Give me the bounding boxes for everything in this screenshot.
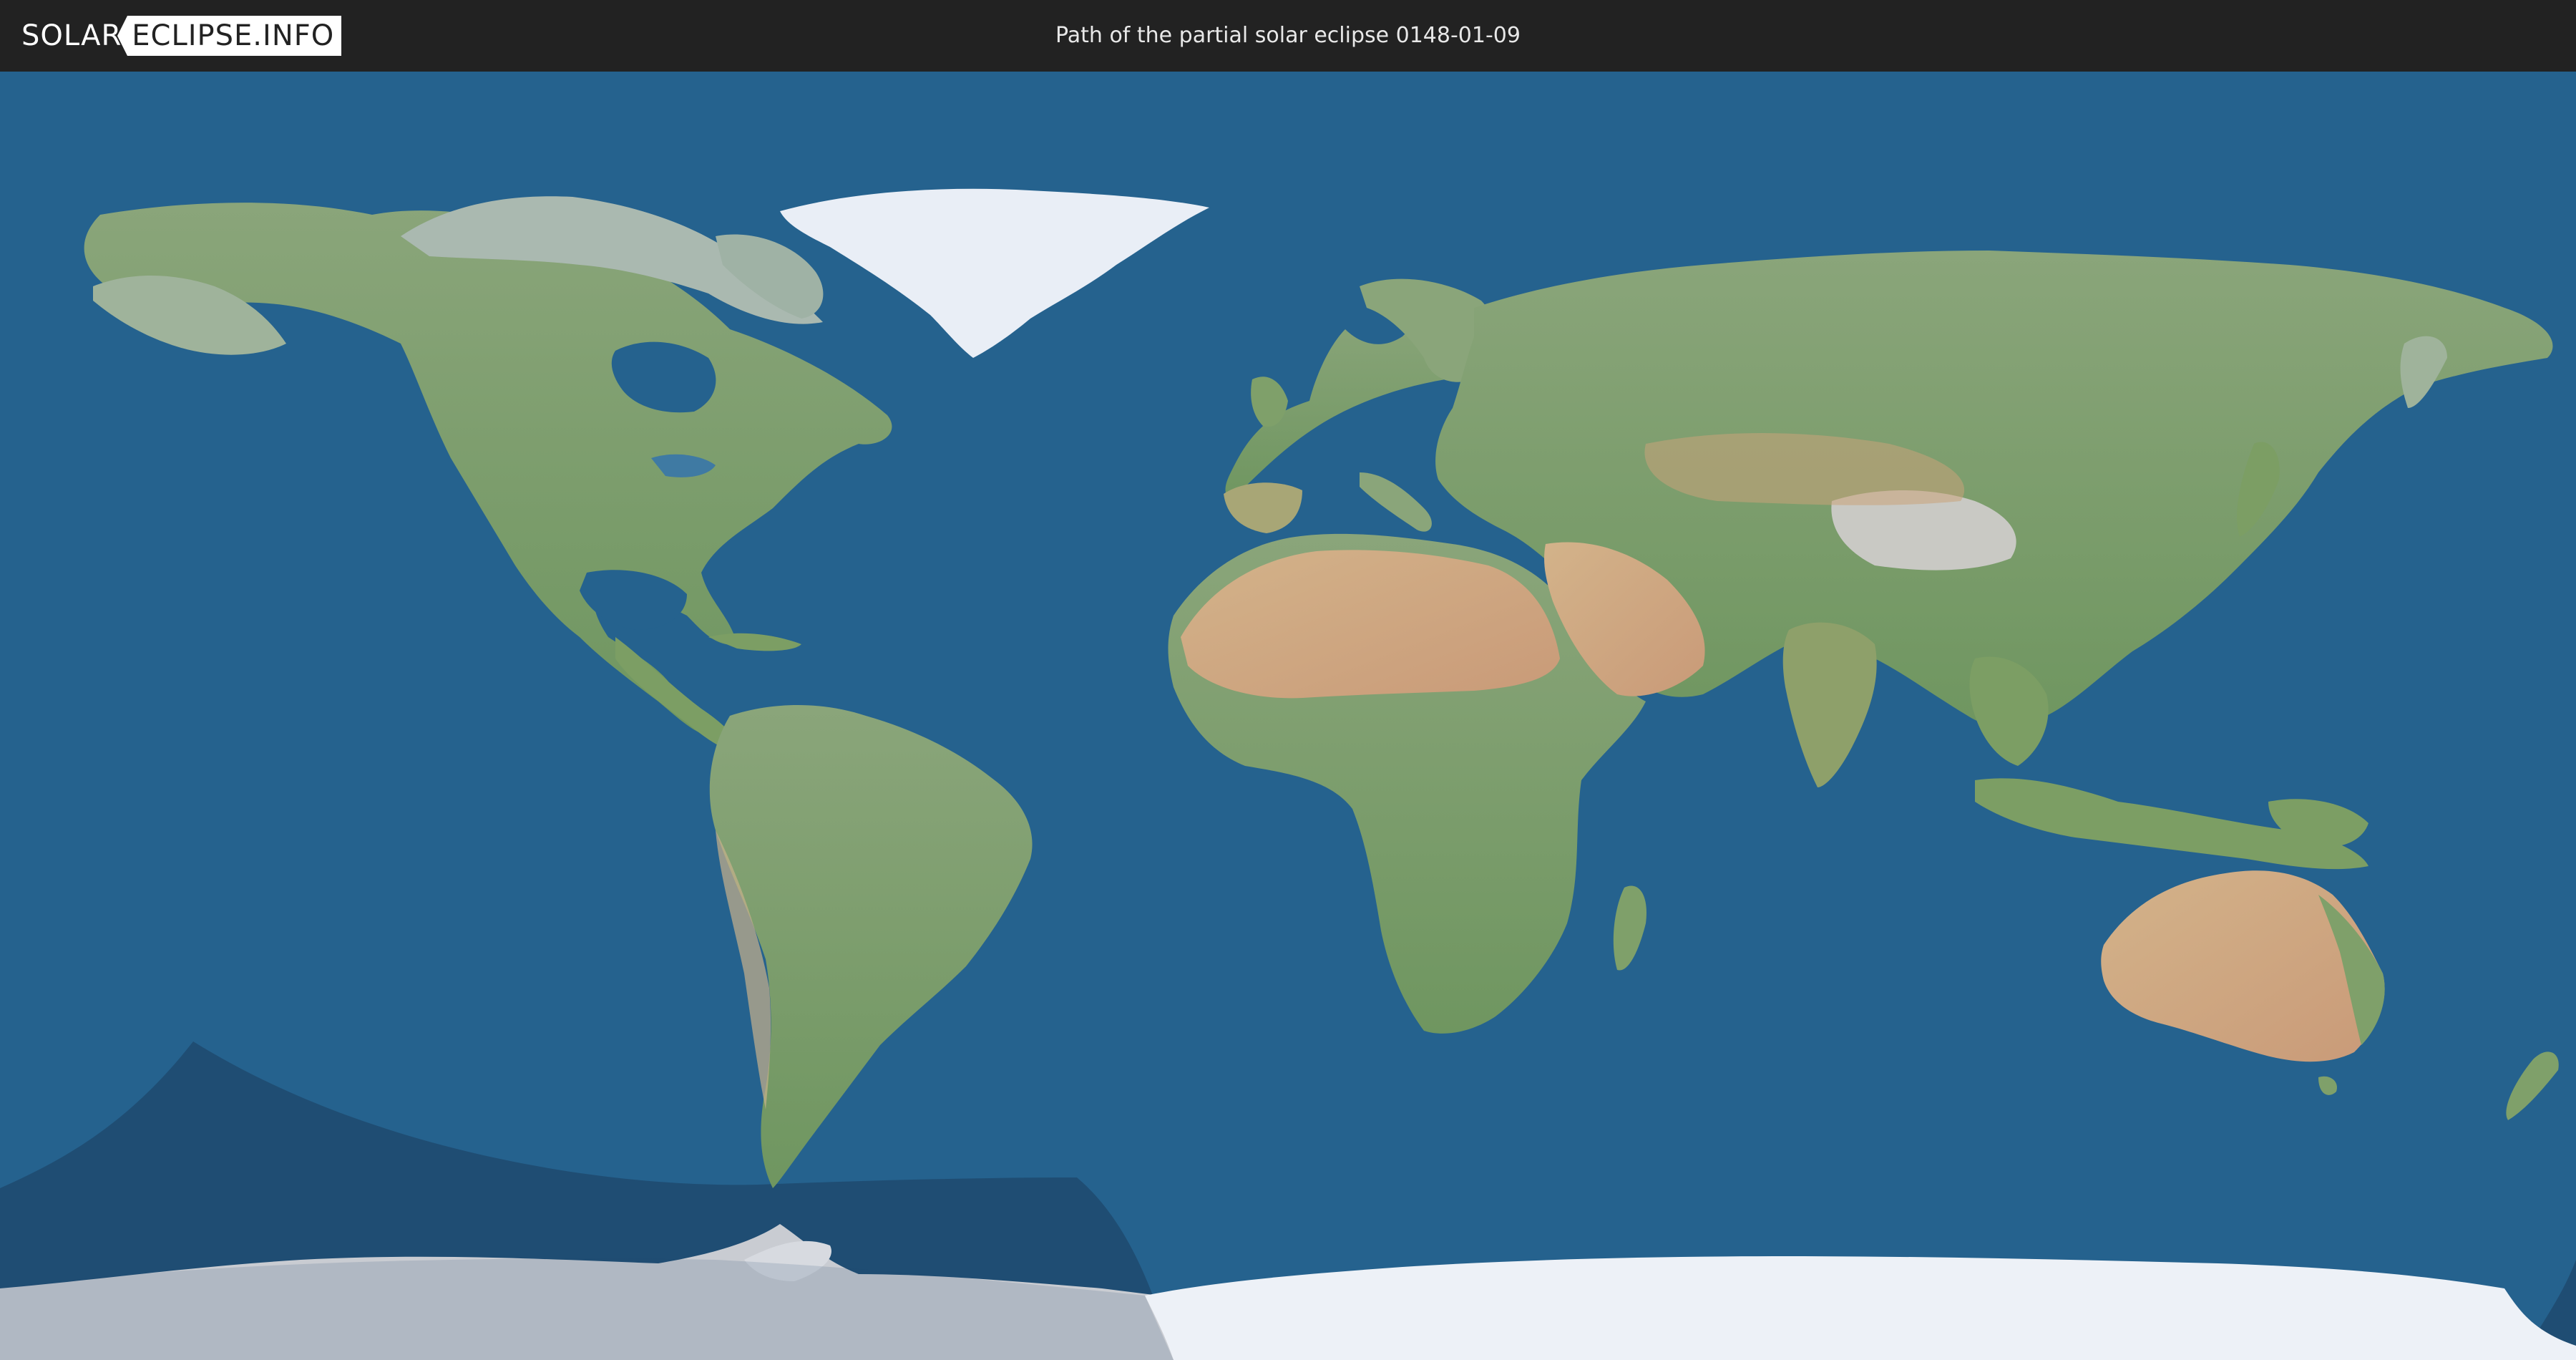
antarctica-east <box>1145 1256 2576 1360</box>
world-map-svg <box>0 72 2576 1360</box>
top-bar: SOLAR ECLIPSE.INFO Path of the partial s… <box>0 0 2576 72</box>
page-title: Path of the partial solar eclipse 0148-0… <box>1055 23 1521 48</box>
world-map <box>0 72 2576 1360</box>
